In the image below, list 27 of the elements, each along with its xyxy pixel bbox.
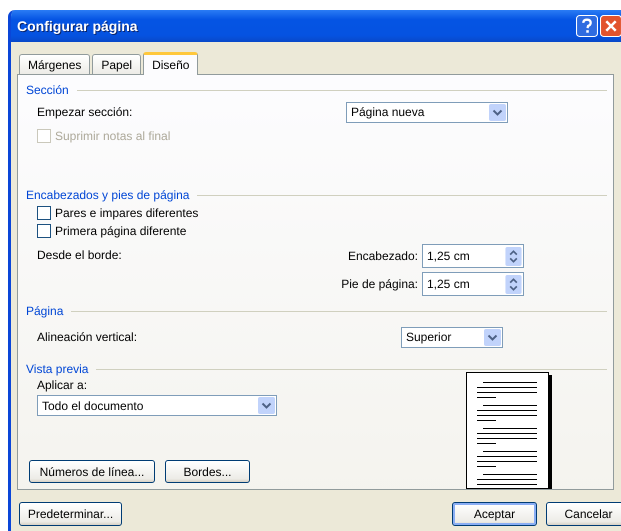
section-start-dropdown[interactable]: Página nueva bbox=[346, 102, 508, 122]
dialog-button[interactable]: Predeterminar... bbox=[19, 502, 122, 526]
spin-field[interactable]: 1,25 cm bbox=[422, 272, 524, 296]
dialog-button[interactable]: Números de línea... bbox=[29, 460, 155, 483]
dialog-button[interactable]: Aceptar bbox=[452, 502, 537, 526]
checkbox-label: Primera página diferente bbox=[55, 224, 186, 238]
apply-to-dropdown[interactable]: Todo el documento bbox=[37, 395, 277, 416]
window-title: Configurar página bbox=[17, 18, 139, 34]
vertical-alignment-dropdown[interactable]: Superior bbox=[401, 326, 503, 348]
dialog-button[interactable]: Bordes... bbox=[165, 460, 250, 483]
field-label: Aplicar a: bbox=[37, 378, 88, 392]
spin-field[interactable]: 1,25 cm bbox=[422, 244, 524, 268]
group-heading: Página bbox=[26, 304, 64, 318]
field-label: Empezar sección: bbox=[37, 105, 134, 119]
group-heading: Sección bbox=[26, 83, 69, 97]
field-label: Encabezado: bbox=[346, 249, 418, 263]
group-heading: Encabezados y pies de página bbox=[26, 188, 190, 202]
tab[interactable]: Diseño bbox=[143, 52, 198, 75]
field-label: Desde el borde: bbox=[37, 248, 123, 264]
group-heading: Vista previa bbox=[26, 362, 88, 376]
field-label: Alineación vertical: bbox=[37, 330, 138, 344]
field-label: Pie de página: bbox=[340, 277, 418, 291]
checkbox-label: Suprimir notas al final bbox=[55, 129, 170, 143]
checkbox-label: Pares e impares diferentes bbox=[55, 206, 198, 220]
dialog-button[interactable]: Cancelar bbox=[546, 502, 621, 526]
tab[interactable]: Papel bbox=[92, 54, 142, 74]
tab[interactable]: Márgenes bbox=[19, 54, 90, 74]
